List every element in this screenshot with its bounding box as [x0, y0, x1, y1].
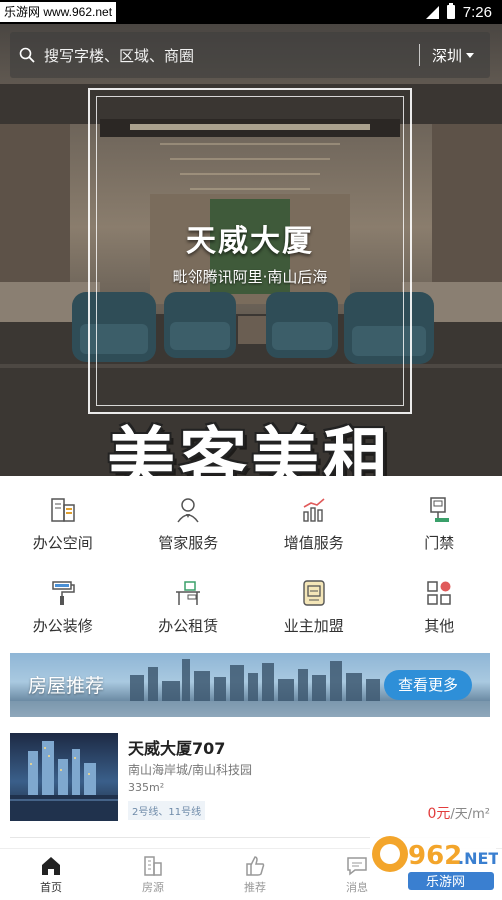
service-leasing[interactable]: 办公租赁 [126, 567, 252, 650]
nav-label: 房源 [142, 881, 164, 894]
nav-recommend[interactable]: 推荐 [204, 849, 306, 900]
nav-label: 消息 [346, 881, 368, 894]
service-owner-join[interactable]: 业主加盟 [251, 567, 377, 650]
nav-home[interactable]: 首页 [0, 849, 102, 900]
listing-area: 南山海岸城/南山科技园 [128, 763, 253, 777]
grid-more-icon [427, 581, 451, 605]
listing-card[interactable]: 天威大厦707 南山海岸城/南山科技园 335m² 2号线、11号线 0元/天/… [10, 733, 490, 823]
hero-subtitle: 毗邻腾讯阿里·南山后海 [172, 268, 328, 286]
service-label: 门禁 [424, 534, 455, 552]
butler-icon [177, 498, 199, 523]
owner-join-icon [303, 580, 325, 606]
desk-icon [176, 581, 201, 605]
chevron-down-icon [466, 52, 474, 58]
city-label: 深圳 [431, 46, 462, 65]
home-icon [42, 857, 60, 875]
message-icon [347, 857, 367, 876]
listing-size: 335m² [128, 781, 165, 794]
service-label: 办公装修 [32, 617, 93, 635]
nav-listings[interactable]: 房源 [102, 849, 204, 900]
status-time: 7:26 [462, 3, 492, 21]
status-icons: 7:26 [425, 0, 492, 24]
svg-text:.NET: .NET [458, 849, 498, 868]
service-label: 业主加盟 [283, 617, 344, 635]
svg-text:962: 962 [408, 841, 462, 871]
recommend-banner[interactable]: 房屋推荐 查看更多 [10, 653, 490, 717]
hero-title: 天威大厦 [186, 224, 314, 259]
status-bar: 乐游网 www.962.net 7:26 [0, 0, 502, 24]
listing-thumbnail [10, 733, 118, 821]
city-selector[interactable]: 深圳 [420, 45, 490, 66]
price-unit: /天/m² [450, 807, 490, 822]
price-value: 0元 [427, 806, 451, 822]
service-label: 管家服务 [158, 534, 219, 552]
thumbs-up-icon [246, 856, 265, 876]
site-logo-watermark: 962 .NET 乐游网 [368, 824, 499, 896]
building-icon [144, 856, 162, 876]
transit-tag: 2号线、11号线 [128, 801, 206, 820]
search-bar[interactable]: 搜写字楼、区域、商圈 深圳 [10, 32, 490, 78]
search-input[interactable]: 搜写字楼、区域、商圈 [44, 45, 419, 66]
hero-banner[interactable]: 天威大厦 毗邻腾讯阿里·南山后海 美客美租 搜写字楼、区域、商圈 深圳 [0, 24, 502, 476]
service-butler[interactable]: 管家服务 [126, 484, 252, 567]
nav-label: 首页 [40, 881, 62, 894]
service-renovation[interactable]: 办公装修 [0, 567, 126, 650]
signal-icon [425, 5, 439, 19]
site-watermark: 乐游网 www.962.net [0, 2, 117, 22]
nav-label: 推荐 [244, 881, 266, 894]
access-control-icon [430, 497, 450, 522]
svg-text:乐游网: 乐游网 [426, 875, 465, 890]
view-more-button[interactable]: 查看更多 [383, 670, 472, 700]
office-space-icon [51, 498, 75, 522]
growth-chart-icon [303, 498, 325, 522]
listing-name: 天威大厦707 [128, 739, 226, 758]
recommend-title: 房屋推荐 [28, 675, 105, 697]
service-grid: 办公空间 管家服务 增值服务 门禁 办公装修 办公租赁 业主加盟 其他 [0, 484, 502, 650]
listing-price: 0元/天/m² [427, 803, 490, 823]
service-value-added[interactable]: 增值服务 [251, 484, 377, 567]
service-other[interactable]: 其他 [377, 567, 502, 650]
battery-icon [446, 3, 455, 19]
service-label: 增值服务 [283, 534, 344, 552]
service-office-space[interactable]: 办公空间 [0, 484, 126, 567]
paint-roller-icon [52, 581, 75, 605]
hero-slogan: 美客美租 [106, 420, 395, 476]
service-access-control[interactable]: 门禁 [377, 484, 502, 567]
search-icon [10, 47, 44, 63]
service-label: 办公空间 [32, 534, 93, 552]
service-label: 其他 [424, 617, 455, 635]
service-label: 办公租赁 [158, 617, 219, 635]
